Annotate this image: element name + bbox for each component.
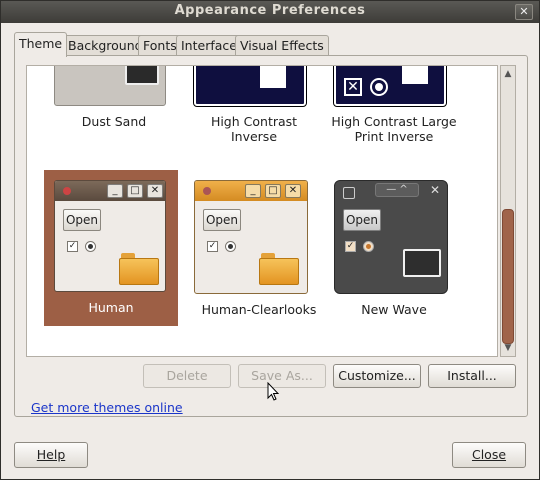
minimize-icon: _ [245, 184, 261, 198]
theme-preview: _ □ ✕ Open ✓ [54, 180, 166, 292]
theme-item-human-clearlooks[interactable]: _ □ ✕ Open ✓ Human-Clearlooks [192, 170, 326, 326]
folder-icon [402, 66, 428, 84]
tab-theme[interactable]: Theme [14, 32, 68, 57]
tab-interface[interactable]: Interface [176, 35, 242, 56]
theme-label: New Wave [361, 302, 427, 317]
folder-icon [259, 253, 299, 285]
close-dot-icon [63, 187, 71, 195]
help-button[interactable]: Help [14, 442, 88, 468]
theme-item-high-contrast-inverse[interactable]: High Contrast Inverse [187, 66, 321, 144]
theme-label: High Contrast Inverse [210, 114, 298, 144]
maximize-icon: □ [265, 184, 281, 198]
window-menu-icon [343, 187, 355, 199]
theme-label: Dust Sand [81, 114, 147, 129]
appearance-preferences-window: Appearance Preferences ✕ Theme Backgroun… [0, 0, 540, 480]
close-icon: ✕ [285, 184, 301, 198]
checkbox-icon: ✕ [344, 78, 362, 96]
window-close-button[interactable]: ✕ [515, 4, 533, 20]
window-title: Appearance Preferences [174, 3, 366, 18]
preview-open-button: Open [343, 209, 381, 231]
preview-titlebar: _ □ ✕ [195, 181, 307, 201]
theme-preview [193, 66, 307, 107]
close-button[interactable]: Close [452, 442, 526, 468]
folder-icon [119, 253, 159, 285]
preview-open-button: Open [63, 209, 101, 231]
preview-radio [85, 241, 96, 252]
close-icon: ✕ [147, 184, 163, 198]
theme-preview: — ^ ✕ Open ✓ [334, 180, 448, 294]
preview-radio [225, 241, 236, 252]
mouse-pointer-icon [267, 382, 280, 401]
theme-icon-view[interactable]: Dust Sand High Contrast Inverse ✕ High C… [26, 65, 498, 357]
theme-item-high-contrast-large-print-inverse[interactable]: ✕ High Contrast Large Print Inverse [327, 66, 461, 144]
minimize-maximize-icon: — ^ [375, 183, 419, 197]
scroll-up-icon[interactable]: ▲ [501, 67, 515, 81]
close-dot-icon [203, 187, 211, 195]
preview-open-button: Open [203, 209, 241, 231]
monitor-icon [125, 66, 159, 85]
help-button-label: Help [36, 447, 66, 462]
theme-preview [54, 66, 166, 106]
preview-checkbox: ✓ [207, 241, 218, 252]
delete-button[interactable]: Delete [143, 364, 231, 388]
get-more-themes-link[interactable]: Get more themes online [31, 400, 183, 415]
scroll-thumb[interactable] [502, 209, 514, 344]
close-button-label: Close [471, 447, 507, 462]
customize-button[interactable]: Customize... [333, 364, 421, 388]
title-bar[interactable]: Appearance Preferences ✕ [1, 1, 539, 23]
tab-visual-effects[interactable]: Visual Effects [235, 35, 329, 56]
save-as-button[interactable]: Save As... [238, 364, 326, 388]
theme-tab-panel: Dust Sand High Contrast Inverse ✕ High C… [14, 55, 528, 417]
scroll-down-icon[interactable]: ▼ [501, 341, 515, 355]
theme-label: High Contrast Large Print Inverse [331, 114, 457, 144]
theme-preview: _ □ ✕ Open ✓ [194, 180, 308, 294]
preview-titlebar: _ □ ✕ [55, 181, 165, 201]
theme-label: Human-Clearlooks [201, 302, 317, 317]
theme-item-dust-sand[interactable]: Dust Sand [47, 66, 181, 129]
folder-icon [260, 66, 286, 88]
preview-checkbox: ✓ [67, 241, 78, 252]
install-button[interactable]: Install... [428, 364, 516, 388]
preview-checkbox: ✓ [345, 241, 356, 252]
tab-background[interactable]: Background [63, 35, 148, 56]
preview-radio [363, 241, 374, 252]
theme-item-human[interactable]: _ □ ✕ Open ✓ Human [44, 170, 178, 326]
close-icon: ✕ [429, 183, 441, 197]
maximize-icon: □ [127, 184, 143, 198]
theme-label: Human [88, 300, 134, 315]
radio-icon [370, 78, 388, 96]
theme-item-new-wave[interactable]: — ^ ✕ Open ✓ New Wave [327, 170, 461, 326]
minimize-icon: _ [107, 184, 123, 198]
monitor-icon [403, 249, 441, 277]
theme-preview: ✕ [333, 66, 447, 107]
theme-list-scrollbar[interactable]: ▲ ▼ [500, 65, 516, 357]
